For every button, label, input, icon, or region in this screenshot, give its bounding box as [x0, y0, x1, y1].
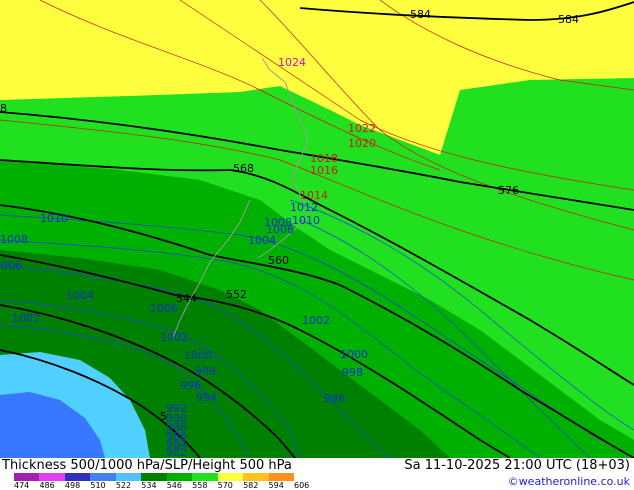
map-title: Thickness 500/1000 hPa/SLP/Height 500 hP… [2, 458, 292, 473]
pressure-label: 1020 [348, 137, 376, 150]
legend-tick-label: 510 [90, 481, 106, 490]
pressure-label: 1012 [290, 201, 318, 214]
pressure-label: 1022 [348, 122, 376, 135]
legend-ticks: 474 486 498 510 522 534 546 558 570 582 594 606 [14, 481, 310, 490]
legend-color-bar [14, 473, 294, 481]
legend-swatch [268, 473, 294, 481]
legend-swatch [39, 473, 65, 481]
legend-tick-label: 558 [192, 481, 208, 490]
pressure-label: 1006 [0, 259, 22, 272]
legend-swatch [217, 473, 244, 481]
pressure-label: 1006 [150, 302, 178, 315]
legend-tick-label: 498 [64, 481, 81, 490]
height-label: 552 [226, 288, 247, 301]
height-label: 576 [498, 184, 519, 197]
map-canvas: 1024 1022 1020 1018 1016 1014 1012 1010 … [0, 0, 634, 458]
legend-swatch [243, 473, 269, 481]
legend-swatch [192, 473, 218, 481]
pressure-label: 1002 [302, 314, 330, 327]
pressure-label: 1016 [310, 164, 338, 177]
legend-swatch [166, 473, 193, 481]
pressure-label: 994 [196, 391, 217, 404]
height-label: 8 [0, 102, 7, 115]
legend-tick-label: 606 [294, 481, 310, 490]
pressure-label: 1004 [66, 289, 94, 302]
legend-swatch [141, 473, 167, 481]
legend-tick-label: 594 [268, 481, 284, 490]
legend-tick-label: 546 [166, 481, 182, 490]
pressure-label: 1024 [278, 56, 306, 69]
legend-tick-label: 570 [217, 481, 233, 490]
height-label: 544 [176, 292, 197, 305]
weather-map: 1024 1022 1020 1018 1016 1014 1012 1010 … [0, 0, 634, 458]
legend-swatch [115, 473, 142, 481]
site-credit[interactable]: ©weatheronline.co.uk [508, 475, 630, 488]
pressure-label: 1000 [184, 349, 212, 362]
map-footer: Thickness 500/1000 hPa/SLP/Height 500 hP… [0, 458, 634, 490]
pressure-label: 1010 [292, 214, 320, 227]
pressure-label: 1002 [160, 331, 188, 344]
legend-tick-label: 474 [14, 481, 30, 490]
height-label: 560 [268, 254, 289, 267]
legend-tick-label: 522 [115, 481, 132, 490]
legend-tick-label: 486 [39, 481, 55, 490]
height-label: 584 [410, 8, 431, 21]
pressure-label: 998 [195, 365, 216, 378]
pressure-label: 998 [342, 366, 363, 379]
pressure-label: 1008 [0, 233, 28, 246]
pressure-label: 996 [324, 392, 345, 405]
pressure-label: 1000 [340, 348, 368, 361]
height-label: 584 [558, 13, 579, 26]
legend-swatch [64, 473, 91, 481]
legend-swatch [90, 473, 116, 481]
legend-tick-label: 582 [243, 481, 259, 490]
pressure-label: 1010 [40, 212, 68, 225]
height-label: 5 [160, 410, 167, 423]
legend-tick-label: 534 [141, 481, 157, 490]
height-label: 568 [233, 162, 254, 175]
valid-time: Sa 11-10-2025 21:00 UTC (18+03) [404, 458, 630, 473]
pressure-label: 1002 [12, 312, 40, 325]
pressure-label: 1004 [248, 234, 276, 247]
color-legend: 474 486 498 510 522 534 546 558 570 582 594 606 [4, 473, 309, 490]
legend-swatch [14, 473, 40, 481]
pressure-label: 982 [166, 446, 187, 458]
